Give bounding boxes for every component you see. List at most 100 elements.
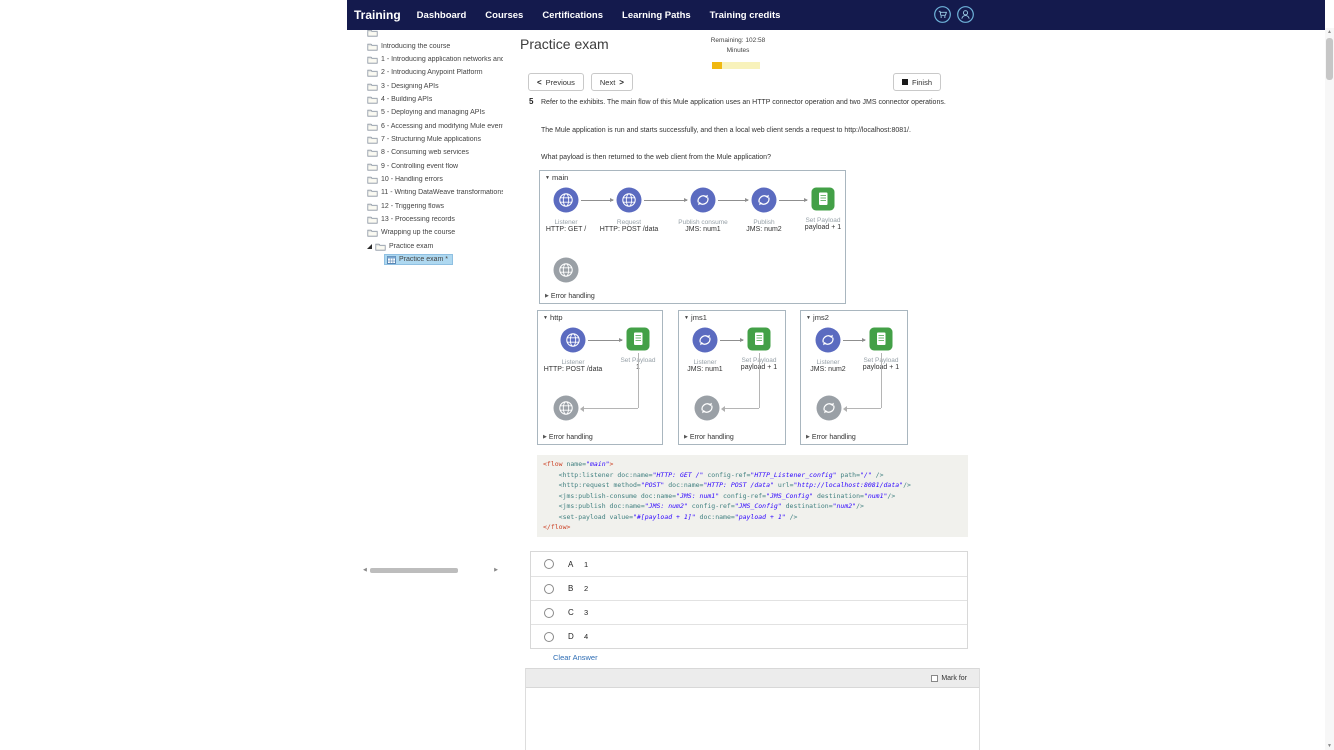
answer-radio[interactable] bbox=[544, 559, 554, 569]
tree-item-label: 8 - Consuming web services bbox=[381, 149, 469, 157]
flow-arrow-icon bbox=[644, 198, 688, 202]
tree-item[interactable]: Introducing the course bbox=[363, 39, 503, 52]
question-number: 5 bbox=[529, 97, 534, 106]
finish-button[interactable]: Finish bbox=[892, 73, 941, 91]
collapse-triangle-icon[interactable]: ▼ bbox=[545, 175, 550, 181]
error-handling-text: Error handling bbox=[689, 434, 734, 441]
answer-radio[interactable] bbox=[544, 583, 554, 594]
collapse-triangle-icon[interactable]: ▼ bbox=[543, 315, 548, 321]
expand-triangle-icon[interactable]: ▶ bbox=[806, 434, 810, 440]
chevron-left-icon: < bbox=[537, 77, 542, 87]
answer-text: 1 bbox=[584, 559, 589, 569]
tree-item[interactable]: 10 - Handling errors bbox=[363, 173, 503, 186]
answer-row[interactable]: A1 bbox=[531, 552, 967, 576]
timer-unit: Minutes bbox=[726, 47, 750, 54]
folder-icon bbox=[367, 148, 378, 157]
code-line: <flow name="main"> bbox=[543, 460, 614, 468]
tree-item[interactable]: 2 - Introducing Anypoint Platform bbox=[363, 66, 503, 79]
course-tree: Introducing the course 1 - Introducing ap… bbox=[363, 30, 503, 563]
scrollbar-thumb[interactable] bbox=[370, 567, 458, 573]
step-caption: Set Payload bbox=[741, 357, 777, 364]
flow-title: ▼ main bbox=[545, 173, 568, 182]
expand-triangle-icon[interactable]: ▶ bbox=[543, 434, 547, 440]
tree-item[interactable]: 1 - Introducing application networks and bbox=[363, 53, 503, 66]
tree-item[interactable]: Wrapping up the course bbox=[363, 226, 503, 239]
brand-logo[interactable]: Training bbox=[354, 8, 401, 22]
flow-title: ▼ jms1 bbox=[684, 313, 707, 322]
folder-icon bbox=[367, 108, 378, 117]
tree-item-label: Practice exam * bbox=[399, 256, 449, 264]
folder-icon bbox=[367, 135, 378, 144]
previous-label: Previous bbox=[545, 77, 575, 87]
answer-radio[interactable] bbox=[544, 607, 554, 618]
top-nav: Training Dashboard Courses Certifications L… bbox=[347, 0, 1325, 30]
set-payload-icon bbox=[626, 327, 650, 353]
scrollbar-thumb[interactable] bbox=[1326, 38, 1333, 80]
code-line: <jms:publish doc:name="JMS: num2" config… bbox=[543, 502, 864, 510]
tree-item[interactable]: 8 - Consuming web services bbox=[363, 146, 503, 159]
expand-triangle-icon[interactable]: ▶ bbox=[684, 434, 688, 440]
exhibit-flow-jms1: ▼ jms1 Listener JMS: num1 Set Payload payloa… bbox=[678, 310, 786, 445]
question-text-line: The Mule application is run and starts s… bbox=[541, 127, 911, 134]
folder-icon bbox=[367, 42, 378, 51]
scroll-up-arrow-icon[interactable]: ▲ bbox=[1325, 28, 1334, 36]
nav-menu: Dashboard Courses Certifications Learning P… bbox=[417, 10, 781, 21]
scroll-right-arrow-icon[interactable]: ▶ bbox=[494, 566, 498, 574]
answer-text: 4 bbox=[584, 632, 589, 641]
code-line: <http:request method="POST" doc:name="HT… bbox=[543, 481, 911, 489]
next-button[interactable]: Next > bbox=[590, 73, 633, 91]
mark-checkbox[interactable] bbox=[931, 674, 939, 682]
tree-item[interactable]: 13 - Processing records bbox=[363, 213, 503, 226]
page-vertical-scrollbar[interactable]: ▲ ▼ bbox=[1325, 28, 1334, 750]
tree-item[interactable] bbox=[363, 30, 503, 39]
user-icon[interactable] bbox=[957, 6, 974, 23]
tree-item[interactable]: 7 - Structuring Mule applications bbox=[363, 133, 503, 146]
step-caption: Request bbox=[616, 219, 642, 226]
clear-answer-link[interactable]: Clear Answer bbox=[553, 653, 598, 662]
answer-row[interactable]: B2 bbox=[531, 576, 967, 600]
nav-icons bbox=[934, 6, 974, 23]
sidebar-horizontal-scrollbar[interactable]: ◀ ▶ bbox=[363, 566, 498, 574]
tree-item[interactable]: 4 - Building APIs bbox=[363, 93, 503, 106]
step-label: HTTP: POST /data bbox=[543, 366, 603, 373]
nav-item[interactable]: Dashboard bbox=[417, 10, 467, 21]
tree-item[interactable]: 12 - Triggering flows bbox=[363, 199, 503, 212]
question-text-line: Refer to the exhibits. The main flow of … bbox=[541, 99, 946, 106]
tree-item[interactable]: 11 - Writing DataWeave transformations bbox=[363, 186, 503, 199]
flow-step: Set Payload payload + 1 bbox=[846, 327, 907, 372]
previous-button[interactable]: < Previous bbox=[528, 73, 584, 91]
nav-item[interactable]: Training credits bbox=[710, 10, 781, 21]
tree-item[interactable]: 9 - Controlling event flow bbox=[363, 159, 503, 172]
cart-icon[interactable] bbox=[934, 6, 951, 23]
connector-arrow-icon bbox=[843, 405, 847, 412]
tree-item-label: Introducing the course bbox=[381, 42, 451, 50]
tree-item[interactable]: Practice exam bbox=[363, 240, 503, 253]
folder-icon bbox=[367, 82, 378, 91]
step-label: HTTP: GET / bbox=[545, 226, 587, 233]
step-caption: Set Payload bbox=[620, 357, 656, 364]
tree-item-label: 13 - Processing records bbox=[381, 215, 455, 223]
collapse-triangle-icon[interactable]: ▼ bbox=[684, 315, 689, 321]
scroll-down-arrow-icon[interactable]: ▼ bbox=[1325, 742, 1334, 750]
nav-item[interactable]: Courses bbox=[485, 10, 523, 21]
tree-expander-icon[interactable] bbox=[367, 243, 372, 249]
nav-item[interactable]: Learning Paths bbox=[622, 10, 691, 21]
expand-triangle-icon[interactable]: ▶ bbox=[545, 293, 549, 299]
tree-item[interactable]: 5 - Deploying and managing APIs bbox=[363, 106, 503, 119]
flow-arrow-icon bbox=[779, 198, 808, 202]
tree-item[interactable]: 6 - Accessing and modifying Mule events bbox=[363, 119, 503, 132]
answer-text: 3 bbox=[584, 608, 589, 617]
collapse-triangle-icon[interactable]: ▼ bbox=[806, 315, 811, 321]
error-handling-label: ▶ Error handling bbox=[543, 434, 593, 441]
chevron-right-icon: > bbox=[619, 77, 624, 87]
answer-row[interactable]: C3 bbox=[531, 600, 967, 624]
tree-item-selected[interactable]: Practice exam * bbox=[384, 254, 454, 266]
tree-item[interactable]: Practice exam * bbox=[363, 253, 503, 266]
scroll-left-arrow-icon[interactable]: ◀ bbox=[363, 566, 367, 574]
answer-row[interactable]: D4 bbox=[531, 624, 967, 648]
flow-step: Set Payload payload + 1 bbox=[724, 327, 785, 372]
nav-item[interactable]: Certifications bbox=[542, 10, 603, 21]
answer-radio[interactable] bbox=[544, 631, 554, 642]
question-nav-buttons: < Previous Next > bbox=[528, 73, 633, 91]
tree-item[interactable]: 3 - Designing APIs bbox=[363, 79, 503, 92]
